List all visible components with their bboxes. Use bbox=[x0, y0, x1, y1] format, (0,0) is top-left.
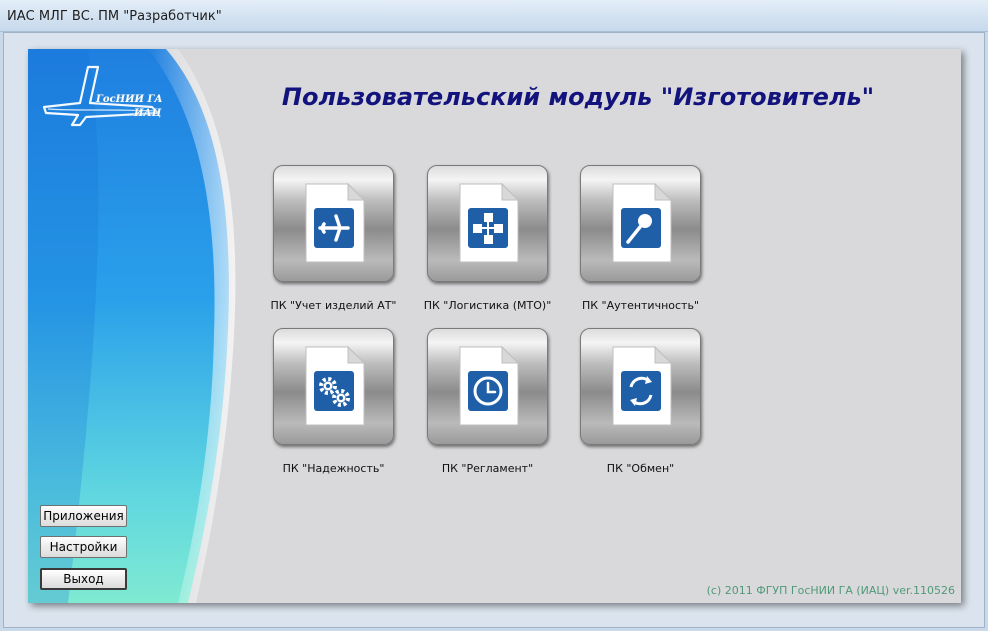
logo-text-iac: ИАЦ bbox=[134, 108, 162, 119]
settings-button[interactable]: Настройки bbox=[40, 536, 127, 558]
module-reglament[interactable]: ПК "Регламент" bbox=[400, 328, 552, 475]
logo: ГосНИИ ГА ИАЦ bbox=[40, 63, 163, 127]
module-logistika[interactable]: ПК "Логистика (МТО)" bbox=[400, 165, 552, 312]
network-icon bbox=[459, 182, 520, 263]
module-label: ПК "Учет изделий АТ" bbox=[270, 299, 397, 312]
module-label: ПК "Надежность" bbox=[282, 462, 385, 475]
page-title: Пользовательский модуль "Изготовитель" bbox=[281, 83, 875, 111]
module-autentichnost[interactable]: ПК "Аутентичность" bbox=[553, 165, 705, 312]
module-label: ПК "Регламент" bbox=[441, 462, 534, 475]
module-obmen[interactable]: ПК "Обмен" bbox=[553, 328, 705, 475]
module-tile[interactable] bbox=[273, 328, 394, 445]
window-titlebar: ИАС МЛГ ВС. ПМ "Разработчик" bbox=[0, 0, 988, 32]
copyright-text: (c) 2011 ФГУП ГосНИИ ГА (ИАЦ) ver.110526 bbox=[706, 584, 955, 597]
sync-icon bbox=[612, 345, 673, 426]
module-tile[interactable] bbox=[427, 165, 548, 282]
module-label: ПК "Обмен" bbox=[606, 462, 675, 475]
module-tile[interactable] bbox=[580, 328, 701, 445]
exit-button[interactable]: Выход bbox=[40, 568, 127, 590]
module-uchet-izdeliy[interactable]: ПК "Учет изделий АТ" bbox=[246, 165, 398, 312]
clock-icon bbox=[459, 345, 520, 426]
module-tile[interactable] bbox=[273, 165, 394, 282]
module-tile[interactable] bbox=[427, 328, 548, 445]
module-label: ПК "Логистика (МТО)" bbox=[423, 299, 552, 312]
main-panel: ГосНИИ ГА ИАЦ Пользовательский модуль "И… bbox=[28, 49, 961, 603]
module-tile[interactable] bbox=[580, 165, 701, 282]
module-nadezhnost[interactable]: ПК "Надежность" bbox=[246, 328, 398, 475]
logo-text-gosnii: ГосНИИ ГА bbox=[96, 94, 163, 105]
module-label: ПК "Аутентичность" bbox=[581, 299, 699, 312]
window-title: ИАС МЛГ ВС. ПМ "Разработчик" bbox=[7, 9, 222, 24]
apps-button[interactable]: Приложения bbox=[40, 505, 127, 527]
magnifier-icon bbox=[612, 182, 673, 263]
gears-icon bbox=[305, 345, 366, 426]
panel-background bbox=[28, 49, 961, 603]
airplane-icon bbox=[305, 182, 366, 263]
